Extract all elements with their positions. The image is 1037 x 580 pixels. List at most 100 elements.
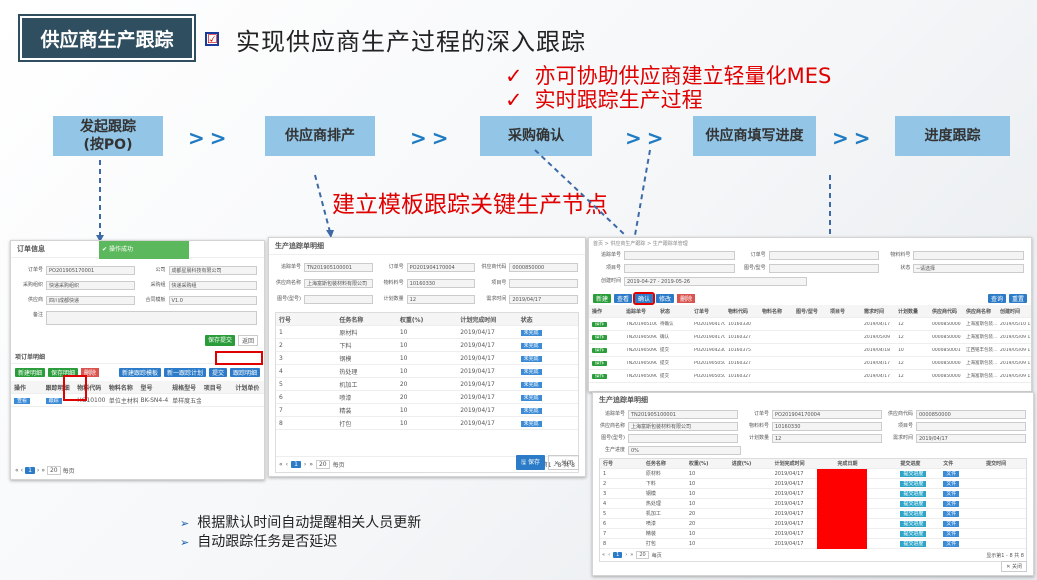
- prev-page[interactable]: ‹: [286, 461, 288, 468]
- page-size-select[interactable]: 20: [46, 466, 61, 475]
- track-no-field[interactable]: TN201905100001: [628, 410, 738, 419]
- supplier-code-field[interactable]: 0000850000: [916, 410, 1026, 419]
- table-row[interactable]: 3 钢模 10 2019/04/17 未完成: [276, 352, 578, 365]
- new-button[interactable]: 新建: [593, 294, 612, 303]
- close-button[interactable]: ✕ 关闭: [548, 455, 579, 470]
- file-button[interactable]: 文件: [943, 541, 960, 547]
- prev-page[interactable]: ‹: [21, 467, 23, 474]
- submit-progress-button[interactable]: 提交进度: [900, 471, 927, 477]
- material-no-field[interactable]: 10160330: [406, 279, 476, 288]
- table-row[interactable]: 1 原材料 10 2019/04/17 未完成: [276, 326, 578, 339]
- first-page[interactable]: «: [602, 552, 605, 558]
- table-row[interactable]: 8 打包 10 2019/04/17 未完成: [276, 417, 578, 430]
- supplier-field[interactable]: 四川成都快递: [46, 296, 135, 305]
- table-row[interactable]: 7 精装 10 2019/04/17 提交进度 文件: [600, 529, 1026, 539]
- submit-button[interactable]: 提交: [208, 368, 227, 377]
- track-button[interactable]: 跟踪: [45, 397, 62, 404]
- progress-field[interactable]: 0%: [628, 446, 741, 455]
- company-field[interactable]: 成都星晨科技有限公司: [168, 266, 257, 275]
- drawing-no-field[interactable]: [628, 434, 738, 443]
- page-1[interactable]: 1: [613, 552, 623, 558]
- view-button[interactable]: 查看: [14, 397, 31, 404]
- new-plan-button[interactable]: 新一跟踪计划: [163, 368, 206, 377]
- file-button[interactable]: 文件: [943, 511, 960, 517]
- purchase-group-field[interactable]: 快递采购组: [168, 281, 257, 290]
- table-row[interactable]: 4 热处理 10 2019/04/17 未完成: [276, 365, 578, 378]
- table-row[interactable]: 5 机加工 20 2019/04/17 提交进度 文件: [600, 509, 1026, 519]
- last-page[interactable]: »: [630, 552, 633, 558]
- table-row[interactable]: 操作 TN201905090001提交 PO20190505000110160327…: [589, 370, 1031, 383]
- material-no-field[interactable]: 10160330: [772, 422, 882, 431]
- supplier-code-field[interactable]: 0000850000: [509, 263, 579, 272]
- order-no-filter[interactable]: [768, 251, 880, 260]
- save-button[interactable]: 🖫 保存: [516, 455, 546, 470]
- file-button[interactable]: 文件: [943, 521, 960, 527]
- table-row[interactable]: 操作 TN201905090004确认 PO20190417000410160327…: [589, 331, 1031, 344]
- track-detail-button[interactable]: 跟踪明细: [229, 368, 260, 377]
- demand-date-field[interactable]: 2019/04/17: [916, 434, 1026, 443]
- page-1[interactable]: 1: [291, 461, 301, 468]
- new-detail-button[interactable]: 新建明细: [15, 368, 46, 377]
- page-size-select[interactable]: 20: [636, 551, 649, 559]
- order-no-field[interactable]: PO201904170004: [406, 263, 476, 272]
- submit-progress-button[interactable]: 提交进度: [900, 501, 927, 507]
- last-page[interactable]: »: [41, 467, 45, 474]
- material-filter[interactable]: [913, 251, 1025, 260]
- table-row[interactable]: 操作 TN201905090002提交 PO20190505000110160327…: [589, 357, 1031, 370]
- project-no-field[interactable]: [916, 422, 1026, 431]
- new-template-button[interactable]: 新建跟踪模板: [118, 368, 161, 377]
- last-page[interactable]: »: [309, 461, 313, 468]
- page-1[interactable]: 1: [25, 467, 35, 474]
- file-button[interactable]: 文件: [943, 481, 960, 487]
- track-no-field[interactable]: TN201905100001: [304, 263, 373, 272]
- plan-qty-field[interactable]: 12: [772, 434, 882, 443]
- submit-progress-button[interactable]: 提交进度: [900, 541, 927, 547]
- remark-field[interactable]: [46, 311, 257, 325]
- contract-template-field[interactable]: V1.0: [168, 296, 257, 305]
- project-filter[interactable]: [624, 264, 735, 273]
- submit-progress-button[interactable]: 提交进度: [900, 481, 927, 487]
- row-action-button[interactable]: 操作: [592, 348, 607, 353]
- search-button[interactable]: 查询: [987, 294, 1006, 303]
- next-page[interactable]: ›: [625, 552, 627, 558]
- submit-progress-button[interactable]: 提交进度: [900, 491, 927, 497]
- demand-date-field[interactable]: 2019/04/17: [509, 295, 579, 304]
- table-row[interactable]: 3 钢模 10 2019/04/17 提交进度 文件: [600, 489, 1026, 499]
- row-action-button[interactable]: 操作: [592, 335, 607, 340]
- next-page[interactable]: ›: [37, 467, 39, 474]
- table-row[interactable]: 查看跟踪HG10100100001单位主材料BK-SN4-415单样度五金配件: [11, 394, 264, 407]
- supplier-name-field[interactable]: 上海富斯包装材料有限公司: [304, 279, 373, 288]
- first-page[interactable]: «: [279, 461, 283, 468]
- confirm-button[interactable]: 确认: [633, 292, 656, 305]
- file-button[interactable]: 文件: [943, 501, 960, 507]
- table-row[interactable]: 操作 TN201905090003提交 PO20190423000410160375…: [589, 344, 1031, 357]
- project-no-field[interactable]: [509, 279, 579, 288]
- status-select[interactable]: --请选择: [913, 264, 1025, 273]
- file-button[interactable]: 文件: [943, 491, 960, 497]
- row-action-button[interactable]: 操作: [592, 322, 607, 327]
- table-row[interactable]: 2 下料 10 2019/04/17 提交进度 文件: [600, 479, 1026, 489]
- supplier-name-field[interactable]: 上海富斯包装材料有限公司: [628, 422, 738, 431]
- file-button[interactable]: 文件: [943, 471, 960, 477]
- submit-progress-button[interactable]: 提交进度: [900, 521, 927, 527]
- purchase-org-field[interactable]: 快递采购组织: [46, 281, 135, 290]
- drawing-no-field[interactable]: [304, 295, 373, 304]
- close-button[interactable]: ✕ 关闭: [1001, 561, 1027, 572]
- row-action-button[interactable]: 操作: [592, 361, 607, 366]
- track-no-filter[interactable]: [624, 251, 735, 260]
- order-no-field[interactable]: PO201905170001: [46, 266, 135, 275]
- reset-button[interactable]: 重置: [1008, 294, 1027, 303]
- delete-button[interactable]: 删除: [677, 294, 696, 303]
- view-button[interactable]: 查看: [614, 294, 633, 303]
- table-row[interactable]: 4 热处理 10 2019/04/17 提交进度 文件: [600, 499, 1026, 509]
- plan-qty-field[interactable]: 12: [406, 295, 476, 304]
- first-page[interactable]: «: [15, 467, 19, 474]
- date-range-filter[interactable]: 2019-04-27 - 2019-05-26: [624, 277, 807, 286]
- submit-progress-button[interactable]: 提交进度: [900, 511, 927, 517]
- row-action-button[interactable]: 操作: [592, 374, 607, 379]
- edit-button[interactable]: 修改: [656, 294, 675, 303]
- save-submit-button[interactable]: 保存提交: [204, 335, 235, 346]
- prev-page[interactable]: ‹: [608, 552, 610, 558]
- table-row[interactable]: 5 机加工 20 2019/04/17 未完成: [276, 378, 578, 391]
- page-size-select[interactable]: 20: [315, 460, 330, 469]
